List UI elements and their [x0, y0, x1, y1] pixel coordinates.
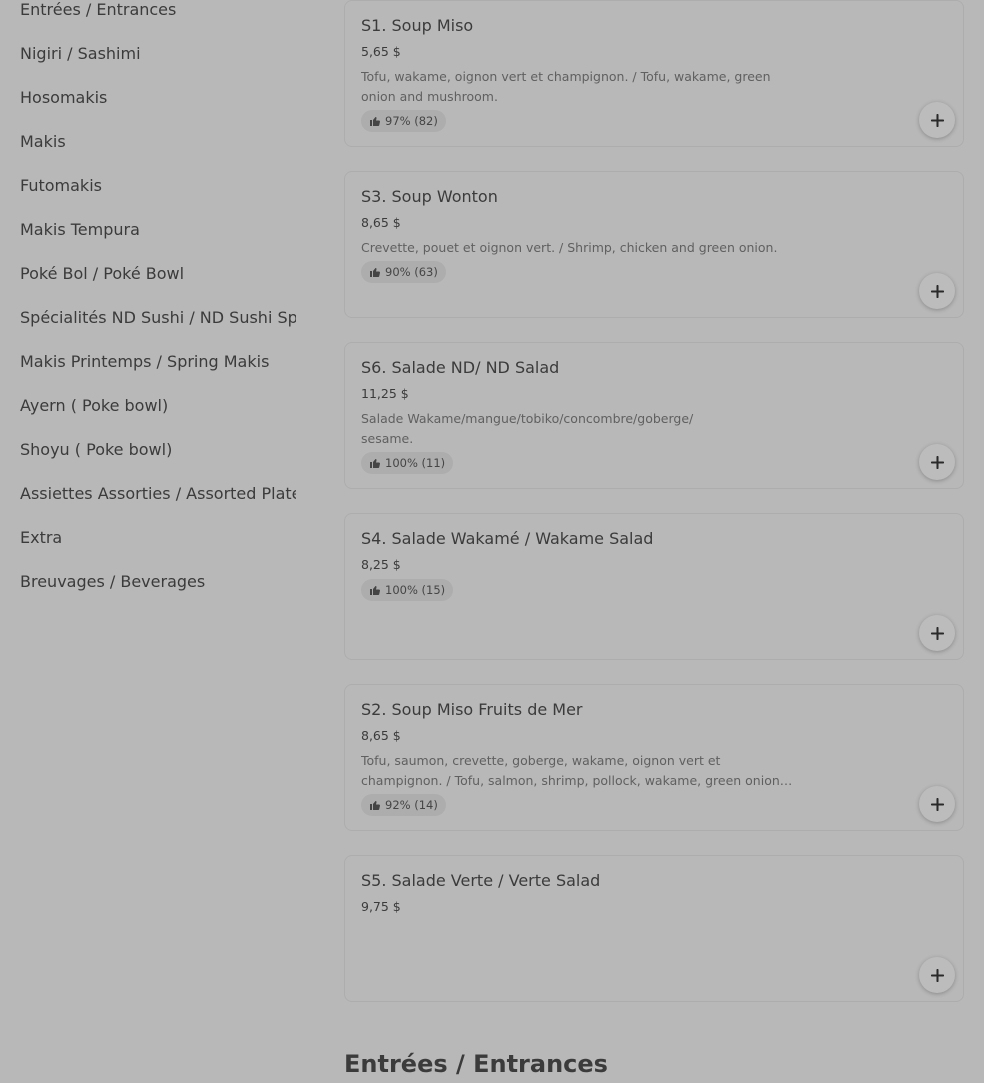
rating-badge: 100% (11) [361, 452, 454, 474]
plus-icon [930, 797, 944, 811]
sidebar-item-poke-bowl[interactable]: Poké Bol / Poké Bowl [0, 252, 296, 296]
sidebar-item-ayern[interactable]: Ayern ( Poke bowl) [0, 384, 296, 428]
rating-text: 97% (82) [385, 114, 438, 128]
menu-item-card[interactable]: S1. Soup Miso 5,65 $ Tofu, wakame, oigno… [344, 0, 964, 147]
item-description: Salade Wakame/mangue/tobiko/concombre/go… [361, 411, 694, 446]
sidebar-item-spring-makis[interactable]: Makis Printemps / Spring Makis [0, 340, 296, 384]
plus-icon [930, 968, 944, 982]
item-description: Crevette, pouet et oignon vert. / Shrimp… [361, 240, 778, 255]
sidebar-item-entrees[interactable]: Entrées / Entrances [0, 0, 296, 32]
thumbs-up-icon [370, 117, 380, 126]
plus-icon [930, 455, 944, 469]
rating-text: 100% (15) [385, 583, 446, 597]
sidebar-item-shoyu[interactable]: Shoyu ( Poke bowl) [0, 428, 296, 472]
item-title: S1. Soup Miso [361, 16, 474, 35]
add-to-cart-button[interactable] [919, 273, 955, 309]
sidebar-item-nd-specialties[interactable]: Spécialités ND Sushi / ND Sushi Specialt… [0, 296, 296, 340]
add-to-cart-button[interactable] [919, 102, 955, 138]
item-title: S4. Salade Wakamé / Wakame Salad [361, 529, 654, 548]
add-to-cart-button[interactable] [919, 957, 955, 993]
item-price: 8,65 $ [361, 728, 401, 743]
section-heading: Entrées / Entrances [344, 1050, 608, 1078]
menu-item-card[interactable]: S2. Soup Miso Fruits de Mer 8,65 $ Tofu,… [344, 684, 964, 831]
sidebar-item-hosomakis[interactable]: Hosomakis [0, 76, 296, 120]
sidebar-item-assorted-plates[interactable]: Assiettes Assorties / Assorted Plates [0, 472, 296, 516]
rating-badge: 97% (82) [361, 110, 446, 132]
sidebar-item-beverages[interactable]: Breuvages / Beverages [0, 560, 296, 604]
sidebar-item-futomakis[interactable]: Futomakis [0, 164, 296, 208]
plus-icon [930, 626, 944, 640]
add-to-cart-button[interactable] [919, 615, 955, 651]
item-price: 5,65 $ [361, 44, 401, 59]
rating-badge: 92% (14) [361, 794, 446, 816]
rating-text: 100% (11) [385, 456, 446, 470]
plus-icon [930, 284, 944, 298]
menu-item-card[interactable]: S5. Salade Verte / Verte Salad 9,75 $ [344, 855, 964, 1002]
item-title: S5. Salade Verte / Verte Salad [361, 871, 601, 890]
rating-text: 92% (14) [385, 798, 438, 812]
thumbs-up-icon [370, 801, 380, 810]
add-to-cart-button[interactable] [919, 444, 955, 480]
item-price: 11,25 $ [361, 386, 409, 401]
sidebar-item-nigiri-sashimi[interactable]: Nigiri / Sashimi [0, 32, 296, 76]
item-description: Tofu, wakame, oignon vert et champignon.… [361, 69, 771, 104]
add-to-cart-button[interactable] [919, 786, 955, 822]
item-price: 9,75 $ [361, 899, 401, 914]
sidebar-item-makis-tempura[interactable]: Makis Tempura [0, 208, 296, 252]
rating-text: 90% (63) [385, 265, 438, 279]
thumbs-up-icon [370, 586, 380, 595]
item-price: 8,25 $ [361, 557, 401, 572]
menu-item-card[interactable]: S6. Salade ND/ ND Salad 11,25 $ Salade W… [344, 342, 964, 489]
rating-badge: 100% (15) [361, 579, 454, 601]
item-price: 8,65 $ [361, 215, 401, 230]
thumbs-up-icon [370, 268, 380, 277]
rating-badge: 90% (63) [361, 261, 446, 283]
item-title: S2. Soup Miso Fruits de Mer [361, 700, 583, 719]
thumbs-up-icon [370, 459, 380, 468]
item-title: S3. Soup Wonton [361, 187, 498, 206]
item-description: Tofu, saumon, crevette, goberge, wakame,… [361, 753, 780, 788]
item-title: S6. Salade ND/ ND Salad [361, 358, 560, 377]
plus-icon [930, 113, 944, 127]
category-sidebar: Entrées / Entrances Nigiri / Sashimi Hos… [0, 0, 296, 604]
menu-item-card[interactable]: S3. Soup Wonton 8,65 $ Crevette, pouet e… [344, 171, 964, 318]
menu-item-card[interactable]: S4. Salade Wakamé / Wakame Salad 8,25 $ … [344, 513, 964, 660]
sidebar-item-extra[interactable]: Extra [0, 516, 296, 560]
sidebar-item-makis[interactable]: Makis [0, 120, 296, 164]
